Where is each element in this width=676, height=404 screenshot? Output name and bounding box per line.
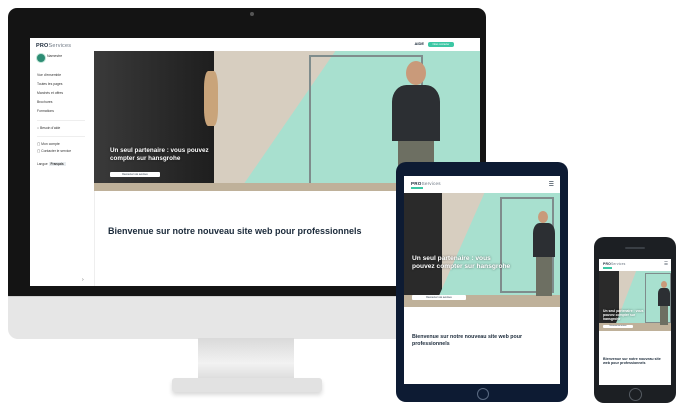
help-link[interactable]: AIDE xyxy=(414,41,424,46)
avatar[interactable] xyxy=(36,53,46,63)
hero-title: Un seul partenaire : vous pouvez compter… xyxy=(110,147,209,162)
hero-wall-image xyxy=(599,271,619,331)
hero-wall-image xyxy=(404,193,442,307)
hero-title: Un seul partenaire : vous pouvez compter… xyxy=(603,309,644,322)
sidebar-divider xyxy=(37,136,85,137)
hero-cta-button[interactable]: Découvrez nos services xyxy=(412,295,466,300)
hero-title: Un seul partenaire : vous pouvez compter… xyxy=(412,255,511,270)
sidebar-item-brochures[interactable]: Brochures xyxy=(37,100,52,104)
collapse-sidebar-icon[interactable]: › xyxy=(82,277,84,283)
tablet-screen: PROServices ☰ Un seul partenaire : vous … xyxy=(404,176,560,384)
hero-towel-image xyxy=(204,71,218,126)
hero-person-image xyxy=(530,211,558,296)
sidebar-item-pages[interactable]: Toutes les pages xyxy=(37,82,62,86)
brand-logo[interactable]: PROServices xyxy=(411,181,441,186)
brand-accent-bar xyxy=(411,187,423,189)
tablet-device: PROServices ☰ Un seul partenaire : vous … xyxy=(396,162,568,402)
brand-logo[interactable]: PROServices xyxy=(603,262,626,266)
home-button-icon[interactable] xyxy=(477,388,489,400)
hero-banner: Un seul partenaire : vous pouvez compter… xyxy=(404,193,560,307)
sidebar-item-offers[interactable]: Marchés et offres xyxy=(37,91,63,95)
language-selector[interactable]: Langue Français xyxy=(37,162,66,166)
sidebar-item-overview[interactable]: Vue d'ensemble xyxy=(37,73,61,77)
sidebar: PROServices Namestre Vue d'ensemble Tout… xyxy=(30,38,95,286)
hero-wall-image xyxy=(94,51,214,191)
hero-cta-button[interactable]: Découvrez nos services xyxy=(603,325,633,328)
page-headline: Bienvenue sur notre nouveau site web pou… xyxy=(108,226,362,236)
camera-icon xyxy=(250,12,254,16)
contact-button[interactable]: Nous contacter xyxy=(428,42,454,47)
top-bar: AIDE Nous contacter xyxy=(94,38,480,51)
hamburger-icon[interactable]: ☰ xyxy=(664,261,668,267)
sidebar-item-contact[interactable]: ▢ Contacter le service xyxy=(37,149,71,153)
sidebar-item-help[interactable]: ○ Besoin d'aide xyxy=(37,126,60,130)
page-headline: Bienvenue sur notre nouveau site web pou… xyxy=(412,334,523,347)
page-headline: Bienvenue sur notre nouveau site web pou… xyxy=(603,357,661,366)
sidebar-item-trainings[interactable]: Formations xyxy=(37,109,54,113)
monitor-stand xyxy=(198,338,294,380)
phone-screen: PROServices ☰ Un seul partenaire : vous … xyxy=(599,259,671,385)
sidebar-divider xyxy=(37,120,85,121)
home-button-icon[interactable] xyxy=(629,388,642,401)
phone-device: PROServices ☰ Un seul partenaire : vous … xyxy=(594,237,676,403)
hero-person-image xyxy=(657,281,671,325)
sidebar-item-account[interactable]: ▢ Mon compte xyxy=(37,142,60,146)
monitor-base xyxy=(172,378,322,392)
brand-logo[interactable]: PROServices xyxy=(36,43,71,49)
hero-cta-button[interactable]: Découvrez nos services xyxy=(110,172,160,177)
brand-accent-bar xyxy=(603,267,612,269)
hero-banner: Un seul partenaire : vous pouvez compter… xyxy=(599,271,671,331)
hamburger-icon[interactable]: ☰ xyxy=(549,181,554,188)
speaker-icon xyxy=(625,247,645,249)
user-name[interactable]: Namestre xyxy=(47,54,62,58)
